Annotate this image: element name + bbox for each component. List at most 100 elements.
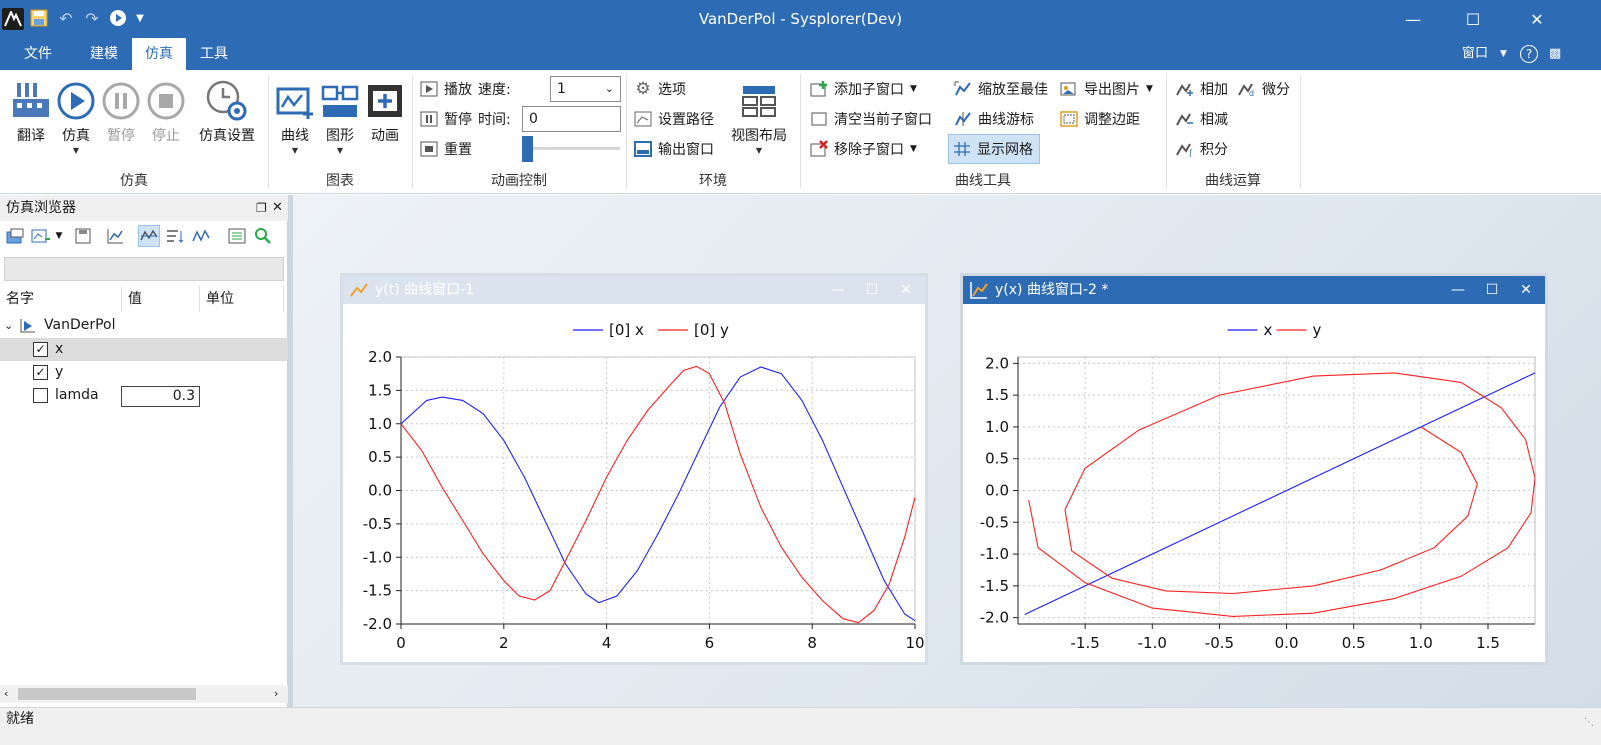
variable-y-checkbox[interactable]: ✓ (33, 365, 48, 380)
close-icon[interactable]: ✕ (1511, 276, 1541, 304)
browser-search-input[interactable] (4, 257, 284, 281)
y-tick-label: -1.0 (980, 545, 1009, 563)
maximize-icon[interactable]: ☐ (1445, 0, 1501, 38)
diagram-button[interactable]: 图形 ▼ (317, 76, 363, 166)
output-window-label: 输出窗口 (658, 142, 714, 158)
curve-diff-button[interactable]: d 微分 (1236, 76, 1290, 102)
curve-window-2-titlebar[interactable]: y(x) 曲线窗口-2 * — ☐ ✕ (963, 276, 1545, 304)
pin-ribbon-icon[interactable]: ▩ (1549, 38, 1561, 70)
horizontal-scrollbar[interactable]: ‹ › (0, 685, 288, 703)
close-panel-icon[interactable]: ✕ (272, 195, 283, 221)
ribbon-separator (1300, 74, 1301, 188)
export-image-icon (1058, 78, 1080, 100)
phase-plot[interactable]: 2.0 1.5 1.0 0.5 0.0 -0.5 -1.0 -1.5 -2.0 -1.5 -1.0 -… (963, 304, 1545, 662)
menu-simulation[interactable]: 仿真 (132, 38, 186, 70)
curve-cursor-button[interactable]: 曲线游标 (952, 106, 1034, 132)
curve-window-2-title: y(x) 曲线窗口-2 * (995, 282, 1109, 298)
variable-lamda-checkbox[interactable] (33, 388, 48, 403)
adjust-margin-button[interactable]: 调整边距 (1058, 106, 1140, 132)
variable-row-lamda[interactable]: lamda 0.3 (0, 384, 288, 407)
time-plot[interactable]: 2.0 1.5 1.0 0.5 0.0 -0.5 -1.0 -1.5 -2.00 2 4 6 8 10 [0… (343, 304, 925, 662)
add-subwindow-dropdown-icon[interactable]: ▼ (910, 84, 917, 94)
menu-file[interactable]: 文件 (10, 38, 66, 70)
tree-root-row[interactable]: ⌄ VanDerPol (0, 314, 288, 337)
curve-add-button[interactable]: 相加 (1174, 76, 1228, 102)
time-input[interactable]: 0 (522, 106, 621, 132)
load-result-icon[interactable] (30, 225, 52, 247)
options-button[interactable]: ⚙ 选项 (632, 76, 686, 102)
simulate-dropdown-icon[interactable]: ▼ (53, 146, 99, 156)
stop-button[interactable]: 停止 (143, 76, 189, 166)
simulation-settings-button[interactable]: 仿真设置 (194, 76, 260, 166)
remove-subwindow-button[interactable]: 移除子窗口 ▼ (808, 136, 917, 162)
output-window-button[interactable]: 输出窗口 (632, 136, 714, 162)
reset-button[interactable]: 重置 (418, 136, 472, 162)
curve-filter-icon[interactable] (138, 225, 160, 247)
menu-tools[interactable]: 工具 (186, 38, 242, 70)
view-layout-dropdown-icon[interactable]: ▼ (726, 146, 792, 156)
window-menu-chevron-icon[interactable]: ▼ (1500, 38, 1507, 70)
curve-dropdown-icon[interactable]: ▼ (272, 146, 318, 156)
pause-label: 暂停 (107, 128, 135, 144)
minimize-icon[interactable]: — (1385, 0, 1441, 38)
resize-grip-icon[interactable]: ⋱ (1584, 712, 1594, 734)
collapse-all-icon[interactable] (226, 225, 248, 247)
speed-select[interactable]: 1 ⌄ (550, 76, 621, 102)
animation-button[interactable]: 动画 (362, 76, 408, 166)
float-panel-icon[interactable]: ❐ (256, 195, 267, 221)
curve-wave-icon[interactable] (190, 225, 212, 247)
column-value-header[interactable]: 值 (122, 286, 200, 312)
y-tick-label: -0.5 (363, 515, 392, 533)
variable-row-x[interactable]: ✓ x (0, 338, 288, 361)
curve-button[interactable]: 曲线 ▼ (272, 76, 318, 166)
plot-axis-icon[interactable] (104, 225, 126, 247)
chevron-down-icon[interactable]: ⌄ (4, 314, 13, 337)
maximize-icon[interactable]: ☐ (1477, 276, 1507, 304)
search-icon[interactable] (252, 225, 274, 247)
remove-subwindow-dropdown-icon[interactable]: ▼ (910, 144, 917, 154)
curve-window-2[interactable]: y(x) 曲线窗口-2 * — ☐ ✕ 2.0 1.5 1.0 0.5 0.0 -0.5 -… (960, 273, 1548, 665)
curve-window-1[interactable]: y(t) 曲线窗口-1 — ☐ ✕ 2.0 1.5 1.0 0.5 0.0 -0.5 -1.… (340, 273, 928, 665)
clear-subwindow-button[interactable]: 清空当前子窗口 (808, 106, 932, 132)
time-slider-track[interactable] (526, 147, 620, 150)
zoom-best-button[interactable]: 缩放至最佳 (952, 76, 1048, 102)
set-path-button[interactable]: 设置路径 (632, 106, 714, 132)
help-icon[interactable]: ? (1520, 45, 1538, 63)
export-image-button[interactable]: 导出图片 ▼ (1058, 76, 1153, 102)
variable-row-y[interactable]: ✓ y (0, 361, 288, 384)
curve-window-1-titlebar[interactable]: y(t) 曲线窗口-1 — ☐ ✕ (343, 276, 925, 304)
column-unit-header[interactable]: 单位 (200, 286, 284, 312)
menu-modeling[interactable]: 建模 (76, 38, 132, 70)
sort-list-icon[interactable] (164, 225, 186, 247)
scroll-right-icon[interactable]: › (274, 685, 278, 703)
close-icon[interactable]: ✕ (1509, 0, 1565, 38)
load-result-dropdown-icon[interactable]: ▼ (52, 225, 66, 247)
variable-x-checkbox[interactable]: ✓ (33, 342, 48, 357)
view-layout-button[interactable]: 视图布局 ▼ (726, 76, 792, 166)
minimize-icon[interactable]: — (1443, 276, 1473, 304)
window-menu[interactable]: 窗口 (1462, 38, 1488, 70)
simulate-button[interactable]: 仿真 ▼ (53, 76, 99, 166)
close-icon[interactable]: ✕ (891, 276, 921, 304)
maximize-icon[interactable]: ☐ (857, 276, 887, 304)
column-name-header[interactable]: 名字 (0, 286, 122, 312)
legend-label: x (1264, 321, 1273, 339)
play-button[interactable]: 播放 (418, 76, 472, 102)
save-result-icon[interactable] (72, 225, 94, 247)
curve-window-1-title: y(t) 曲线窗口-1 (375, 282, 475, 298)
variable-lamda-value-input[interactable]: 0.3 (121, 386, 200, 407)
export-image-dropdown-icon[interactable]: ▼ (1146, 84, 1153, 94)
add-subwindow-button[interactable]: 添加子窗口 ▼ (808, 76, 917, 102)
diagram-dropdown-icon[interactable]: ▼ (317, 146, 363, 156)
minimize-icon[interactable]: — (823, 276, 853, 304)
open-result-icon[interactable] (4, 225, 26, 247)
pause-button[interactable]: 暂停 (98, 76, 144, 166)
curve-integrate-button[interactable]: ∫ 积分 (1174, 136, 1228, 162)
show-grid-button[interactable]: 显示网格 (948, 134, 1040, 164)
scrollbar-thumb[interactable] (18, 688, 196, 700)
curve-subtract-button[interactable]: 相减 (1174, 106, 1228, 132)
time-slider-handle[interactable] (522, 136, 533, 162)
pause-anim-button[interactable]: 暂停 (418, 106, 472, 132)
translate-button[interactable]: 翻译 (8, 76, 54, 166)
scroll-left-icon[interactable]: ‹ (4, 685, 8, 703)
